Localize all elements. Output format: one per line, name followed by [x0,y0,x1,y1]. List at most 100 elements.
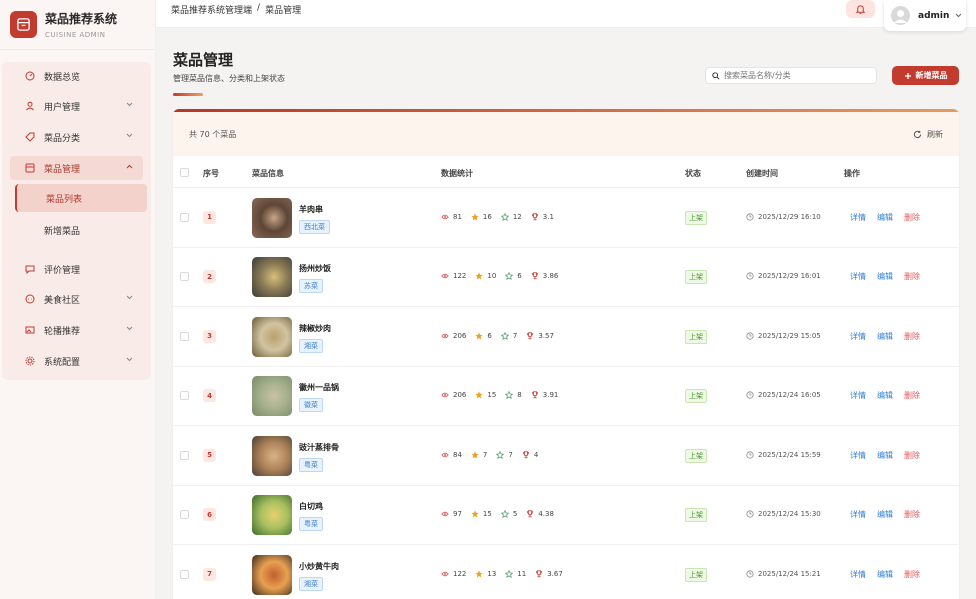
row-checkbox[interactable] [180,450,189,460]
search-box[interactable] [705,67,877,84]
sidebar-item-reviews[interactable]: 评价管理 [10,257,143,281]
delete-button[interactable]: 删除 [904,509,920,520]
likes-count: 13 [487,569,497,578]
clock-icon [746,332,754,340]
dish-thumbnail[interactable] [252,495,292,536]
edit-button[interactable]: 编辑 [877,331,893,342]
status-badge: 上架 [685,567,707,582]
detail-button[interactable]: 详情 [850,331,866,342]
sidebar-item-users[interactable]: 用户管理 [10,94,143,118]
row-checkbox[interactable] [180,391,189,401]
sidebar-item-categories[interactable]: 菜品分类 [10,125,143,149]
star-outline-icon [500,331,509,340]
edit-button[interactable]: 编辑 [877,450,893,461]
row-index: 2 [203,270,216,284]
dish-stats: 122 10 6 3.86 [441,272,567,280]
views-count: 206 [453,391,467,400]
clock-icon [746,570,754,578]
dish-thumbnail[interactable] [252,257,292,298]
delete-button[interactable]: 删除 [904,390,920,401]
score-value: 3.91 [542,391,559,400]
edit-button[interactable]: 编辑 [877,212,893,223]
sidebar-item-label: 数据总览 [44,72,81,83]
delete-button[interactable]: 删除 [904,212,920,223]
edit-button[interactable]: 编辑 [877,569,893,580]
card-header: 共 70 个菜品 刷新 [173,112,959,156]
detail-button[interactable]: 详情 [850,212,866,223]
add-dish-button[interactable]: 新增菜品 [892,66,959,85]
sidebar-item-dashboard[interactable]: 数据总览 [10,64,143,88]
edit-button[interactable]: 编辑 [877,509,893,520]
star-filled-icon [471,510,479,518]
likes-stat: 15 [471,510,492,518]
dish-thumbnail[interactable] [252,554,292,595]
col-info: 菜品信息 [252,169,284,178]
chevron-down-icon [126,102,133,107]
score-stat: 3.57 [526,332,554,340]
sidebar-item-label: 轮播推荐 [44,326,81,337]
user-name: admin [918,10,950,21]
row-checkbox[interactable] [180,569,189,579]
user-menu[interactable]: admin [884,0,966,31]
dish-stats: 97 15 5 4.38 [441,510,563,518]
dish-thumbnail[interactable] [252,435,292,476]
table-row: 5 豉汁蒸排骨 粤菜 84 7 7 4 上架 2025/12/24 15:59 … [173,426,959,486]
delete-button[interactable]: 删除 [904,450,920,461]
page-title: 菜品管理 [173,51,234,69]
row-checkbox[interactable] [180,212,189,222]
edit-button[interactable]: 编辑 [877,390,893,401]
likes-stat: 10 [475,272,496,280]
row-checkbox[interactable] [180,272,189,282]
sidebar-item-community[interactable]: 美食社区 [10,287,143,311]
views-count: 122 [453,569,467,578]
score-value: 3.86 [542,272,559,281]
likes-count: 6 [487,331,492,340]
refresh-button[interactable]: 刷新 [913,129,943,140]
favorites-stat: 5 [500,510,517,518]
sidebar-subitem-add-dish[interactable]: 新增菜品 [15,216,147,244]
row-checkbox[interactable] [180,510,189,520]
tag-icon [25,132,35,142]
row-checkbox[interactable] [180,331,189,341]
table-row: 3 辣椒炒肉 湘菜 206 6 7 3.57 上架 2025/12/29 15:… [173,307,959,367]
select-all-checkbox[interactable] [180,168,189,177]
dish-thumbnail[interactable] [252,376,292,417]
favorites-stat: 12 [500,212,522,221]
title-underline [173,93,203,96]
notification-button[interactable] [846,0,875,18]
views-stat: 97 [441,510,462,518]
delete-button[interactable]: 删除 [904,569,920,580]
detail-button[interactable]: 详情 [850,450,866,461]
delete-button[interactable]: 删除 [904,331,920,342]
row-actions: 详情 编辑 删除 [850,450,920,461]
detail-button[interactable]: 详情 [850,569,866,580]
trophy-icon [527,510,534,518]
detail-button[interactable]: 详情 [850,509,866,520]
sidebar-item-carousel[interactable]: 轮播推荐 [10,318,143,342]
dish-category-tag: 湘菜 [299,338,323,353]
sidebar-item-label: 用户管理 [44,102,81,113]
views-stat: 81 [441,213,462,221]
row-actions: 详情 编辑 删除 [850,331,920,342]
sidebar-item-dishes[interactable]: 菜品管理 [10,156,143,180]
detail-button[interactable]: 详情 [850,271,866,282]
dish-stats: 84 7 7 4 [441,450,547,459]
breadcrumb: 菜品推荐系统管理端 / 菜品管理 [171,3,301,16]
eye-icon [441,393,449,398]
user-icon [25,101,35,111]
star-outline-icon [505,272,514,281]
col-created: 创建时间 [746,169,778,178]
dish-thumbnail[interactable] [252,316,292,357]
likes-count: 15 [482,510,492,519]
breadcrumb-root[interactable]: 菜品推荐系统管理端 [171,3,252,16]
star-filled-icon [471,451,479,459]
sidebar-subitem-dish-list[interactable]: 菜品列表 [15,184,147,212]
search-input[interactable] [724,71,869,80]
edit-button[interactable]: 编辑 [877,271,893,282]
delete-button[interactable]: 删除 [904,271,920,282]
dish-thumbnail[interactable] [252,197,292,238]
row-actions: 详情 编辑 删除 [850,212,920,223]
detail-button[interactable]: 详情 [850,390,866,401]
sidebar-item-settings[interactable]: 系统配置 [10,349,143,373]
trophy-icon [522,451,529,458]
